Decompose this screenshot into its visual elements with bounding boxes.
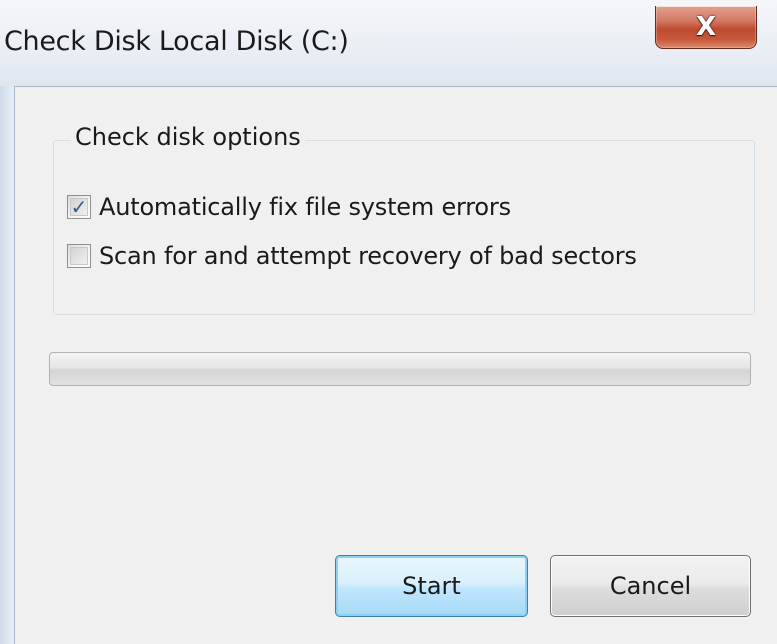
scan-bad-sectors-checkbox[interactable]: [67, 244, 91, 268]
checkmark-icon: ✓: [70, 195, 88, 219]
option-auto-fix[interactable]: ✓ Automatically fix file system errors: [67, 193, 511, 221]
checkbox-empty-mark: [68, 245, 90, 267]
option-scan-bad-sectors[interactable]: Scan for and attempt recovery of bad sec…: [67, 242, 637, 270]
dialog-window: Check Disk Local Disk (C:) X Check disk …: [0, 0, 777, 644]
cancel-button[interactable]: Cancel: [550, 555, 751, 617]
window-border: [0, 86, 14, 644]
progress-bar: [49, 352, 751, 386]
auto-fix-checkbox[interactable]: ✓: [67, 195, 91, 219]
scan-bad-sectors-label[interactable]: Scan for and attempt recovery of bad sec…: [99, 242, 637, 270]
close-button[interactable]: X: [655, 6, 757, 49]
close-icon: X: [695, 12, 717, 42]
title-bar[interactable]: Check Disk Local Disk (C:) X: [0, 0, 777, 86]
check-disk-options-group: [53, 140, 755, 315]
auto-fix-label[interactable]: Automatically fix file system errors: [99, 193, 511, 221]
window-title: Check Disk Local Disk (C:): [4, 26, 349, 57]
start-button[interactable]: Start: [335, 555, 528, 617]
dialog-content: Check disk options ✓ Automatically fix f…: [14, 86, 777, 644]
group-title: Check disk options: [71, 123, 305, 151]
